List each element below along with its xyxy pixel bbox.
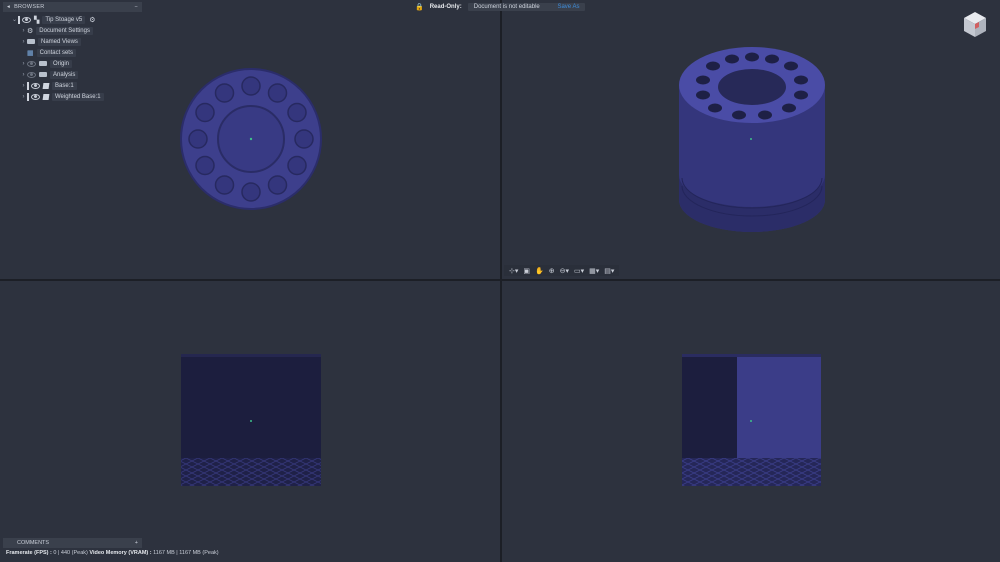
- tree-item-label: Contact sets: [36, 48, 76, 57]
- chevron-right-icon[interactable]: ›: [20, 28, 27, 34]
- folder-icon: [39, 61, 47, 66]
- comments-title: COMMENTS: [17, 540, 50, 546]
- fps-label: Framerate (FPS) :: [6, 550, 52, 556]
- browser-title: BROWSER: [14, 4, 45, 10]
- zoom-icon[interactable]: ⊕: [548, 267, 556, 275]
- eye-icon[interactable]: [27, 71, 36, 78]
- body-icon: [42, 93, 50, 100]
- tree-item-weighted-base[interactable]: › Weighted Base:1: [3, 91, 142, 102]
- eye-icon[interactable]: [31, 82, 40, 89]
- collapse-icon[interactable]: ◂: [7, 4, 10, 10]
- gear-icon[interactable]: ⚙: [89, 16, 95, 24]
- chevron-right-icon[interactable]: ›: [20, 61, 27, 67]
- fps-value: 0 | 440 (Peak): [53, 550, 88, 556]
- eye-icon[interactable]: [22, 16, 31, 23]
- browser-header[interactable]: ◂ BROWSER −: [3, 2, 142, 12]
- folder-icon: [39, 72, 47, 77]
- viewcube[interactable]: [962, 10, 988, 45]
- minimize-icon[interactable]: −: [134, 4, 138, 10]
- tree-root[interactable]: ⌄ ▚ Tip Stoage v5 ⚙: [3, 14, 142, 25]
- viewports-icon[interactable]: ▤▾: [603, 267, 615, 275]
- tree-item-label: Tip Stoage v5: [42, 15, 86, 24]
- navigation-toolbar: ⊹▾ ▣ ✋ ⊕ ⊖▾ ▭▾ ▦▾ ▤▾: [504, 265, 620, 276]
- tree-item-base[interactable]: › Base:1: [3, 80, 142, 91]
- chevron-right-icon[interactable]: ›: [20, 83, 27, 89]
- status-bar: Framerate (FPS) : 0 | 440 (Peak) Video M…: [6, 550, 219, 556]
- vram-value: 1167 MB | 1167 MB (Peak): [153, 550, 219, 556]
- folder-icon: [27, 39, 35, 44]
- active-marker-icon: [27, 81, 29, 90]
- tree-item-contact-sets[interactable]: ▦ Contact sets: [3, 47, 142, 58]
- tree-item-label: Named Views: [38, 37, 81, 46]
- component-icon: ▚: [34, 16, 40, 24]
- fit-icon[interactable]: ⊖▾: [559, 267, 570, 275]
- display-settings-icon[interactable]: ▭▾: [573, 267, 585, 275]
- contact-sets-icon: ▦: [27, 49, 34, 57]
- active-marker-icon: [18, 15, 20, 24]
- active-marker-icon: [27, 92, 29, 101]
- gear-icon: ⚙: [27, 27, 34, 35]
- tree-item-label: Document Settings: [36, 26, 93, 35]
- tree-item-label: Base:1: [52, 81, 77, 90]
- tree-item-label: Origin: [50, 59, 73, 68]
- body-icon: [42, 82, 50, 89]
- eye-icon[interactable]: [27, 60, 36, 67]
- chevron-right-icon[interactable]: ›: [20, 94, 27, 100]
- viewport-perspective[interactable]: [502, 0, 1000, 279]
- tree-item-document-settings[interactable]: › ⚙ Document Settings: [3, 25, 142, 36]
- tree-item-analysis[interactable]: › Analysis: [3, 69, 142, 80]
- front-view-model: [181, 354, 321, 486]
- readonly-message: Document is not editable Save As: [467, 3, 586, 11]
- tree-item-label: Analysis: [50, 70, 79, 79]
- tree-item-origin[interactable]: › Origin: [3, 58, 142, 69]
- readonly-label: Read-Only:: [429, 4, 462, 10]
- comments-panel[interactable]: COMMENTS +: [3, 538, 142, 548]
- perspective-view-model: [679, 47, 825, 232]
- add-comment-icon[interactable]: +: [135, 540, 138, 546]
- pan-icon[interactable]: ✋: [534, 267, 545, 275]
- chevron-right-icon[interactable]: ›: [20, 72, 27, 78]
- vram-label: Video Memory (VRAM) :: [89, 550, 152, 556]
- orbit-icon[interactable]: ⊹▾: [508, 267, 519, 275]
- readonly-message-text: Document is not editable: [473, 4, 540, 10]
- grid-icon[interactable]: ▦▾: [588, 267, 600, 275]
- viewcube-icon[interactable]: [962, 10, 988, 40]
- look-at-icon[interactable]: ▣: [522, 267, 531, 275]
- browser-panel: ◂ BROWSER − ⌄ ▚ Tip Stoage v5 ⚙ › ⚙ Docu…: [3, 2, 142, 102]
- lock-icon: 🔒: [415, 4, 424, 11]
- viewport-front[interactable]: [0, 281, 500, 562]
- chevron-down-icon[interactable]: ⌄: [11, 16, 18, 23]
- save-as-link[interactable]: Save As: [557, 4, 579, 10]
- viewport-right[interactable]: [502, 281, 1000, 562]
- right-view-model: [682, 354, 821, 486]
- readonly-banner: 🔒 Read-Only: Document is not editable Sa…: [415, 2, 586, 12]
- chevron-right-icon[interactable]: ›: [20, 39, 27, 45]
- tree-item-label: Weighted Base:1: [52, 92, 104, 101]
- eye-icon[interactable]: [31, 93, 40, 100]
- tree-item-named-views[interactable]: › Named Views: [3, 36, 142, 47]
